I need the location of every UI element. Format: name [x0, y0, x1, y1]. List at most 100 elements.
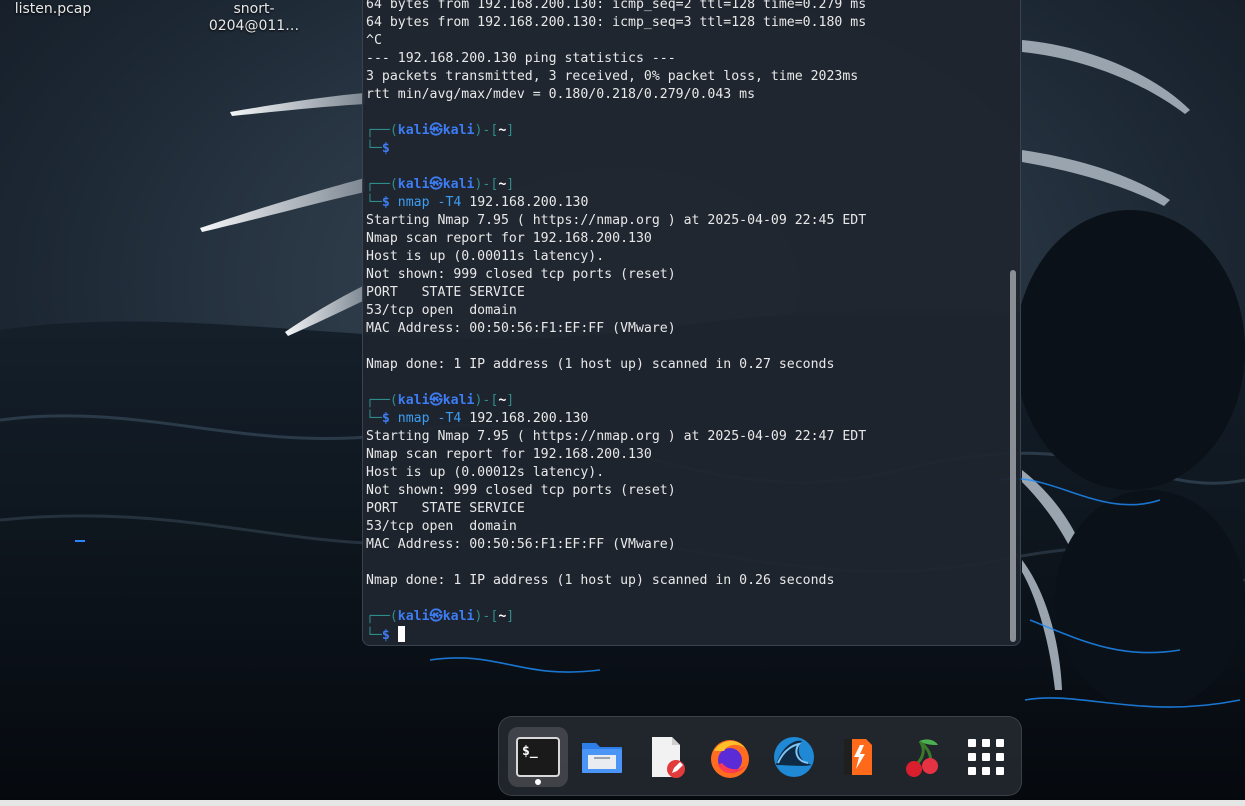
text-editor-icon [652, 737, 685, 778]
output-text: Host is up (0.00012s latency). [366, 465, 605, 480]
prompt-user: kali [397, 123, 430, 138]
prompt-frame-top: ┌──( [366, 393, 398, 408]
command-option: -T4 [437, 411, 462, 426]
terminal-line: rtt min/avg/max/mdev = 0.180/0.218/0.279… [366, 86, 1006, 104]
prompt-at-symbol: ㉿ [429, 123, 443, 138]
prompt-symbol: $ [381, 628, 390, 643]
terminal-line: Not shown: 999 closed tcp ports (reset) [366, 266, 1006, 284]
output-text: PORT STATE SERVICE [366, 285, 525, 300]
output-text: rtt min/avg/max/mdev = 0.180/0.218/0.279… [366, 87, 756, 102]
dock-item-show-applications[interactable] [956, 727, 1016, 787]
prompt-at-symbol: ㉿ [429, 609, 443, 624]
prompt-host: kali [442, 393, 475, 408]
command-argument: 192.168.200.130 [469, 411, 589, 426]
terminal-line: 53/tcp open domain [366, 302, 1006, 320]
terminal-scrollbar[interactable] [1010, 270, 1016, 642]
output-text: PORT STATE SERVICE [366, 501, 525, 516]
terminal-line: Host is up (0.00012s latency). [366, 464, 1006, 482]
prompt-bracket: )-[ [474, 177, 499, 192]
prompt-frame-top: ┌──( [366, 123, 398, 138]
terminal-line: 64 bytes from 192.168.200.130: icmp_seq=… [366, 14, 1006, 32]
terminal-line: ┌──(kali㉿kali)-[~] [366, 608, 1006, 626]
output-text: 64 bytes from 192.168.200.130: icmp_seq=… [366, 0, 867, 12]
prompt-bracket: )-[ [474, 393, 499, 408]
output-text: Nmap scan report for 192.168.200.130 [366, 231, 652, 246]
prompt-bracket-close: ] [506, 609, 515, 624]
prompt-frame-top: ┌──( [366, 177, 398, 192]
terminal-output[interactable]: 64 bytes from 192.168.200.130: icmp_seq=… [366, 0, 1006, 644]
prompt-user: kali [397, 609, 430, 624]
output-text: Starting Nmap 7.95 ( https://nmap.org ) … [366, 429, 867, 444]
prompt-user: kali [397, 393, 430, 408]
desktop-icon-snort-log[interactable]: snort- 0204@011… [200, 1, 308, 35]
terminal-window[interactable]: 64 bytes from 192.168.200.130: icmp_seq=… [362, 0, 1021, 646]
output-text: 3 packets transmitted, 3 received, 0% pa… [366, 69, 859, 84]
prompt-at-symbol: ㉿ [429, 177, 443, 192]
prompt-symbol: $ [381, 141, 390, 156]
prompt-bracket-close: ] [506, 393, 515, 408]
terminal-line: ^C [366, 32, 1006, 50]
text-cursor [397, 626, 405, 642]
dock-item-cherrytree[interactable] [892, 727, 952, 787]
terminal-line: --- 192.168.200.130 ping statistics --- [366, 50, 1006, 68]
output-text: ^C [366, 33, 382, 48]
cherry-icon [906, 739, 938, 777]
output-text: Nmap done: 1 IP address (1 host up) scan… [366, 573, 835, 588]
desktop-icon-label-line1: snort- [233, 1, 275, 17]
burp-suite-icon [844, 739, 872, 775]
terminal-line: Nmap done: 1 IP address (1 host up) scan… [366, 572, 1006, 590]
dock-item-text-editor[interactable] [636, 727, 696, 787]
dock-item-firefox[interactable] [700, 727, 760, 787]
prompt-bracket-close: ] [506, 123, 515, 138]
desktop-icon-listen-pcap[interactable]: listen.pcap [10, 1, 96, 18]
output-text: MAC Address: 00:50:56:F1:EF:FF (VMware) [366, 537, 676, 552]
prompt-user: kali [397, 177, 430, 192]
prompt-frame-bottom: └─ [366, 411, 382, 426]
terminal-line: ┌──(kali㉿kali)-[~] [366, 122, 1006, 140]
running-indicator [535, 779, 541, 785]
terminal-line: Host is up (0.00011s latency). [366, 248, 1006, 266]
prompt-bracket-close: ] [506, 177, 515, 192]
firefox-icon [711, 740, 749, 778]
dock-item-wireshark[interactable] [764, 727, 824, 787]
prompt-host: kali [442, 609, 475, 624]
prompt-host: kali [442, 177, 475, 192]
terminal-line: Nmap done: 1 IP address (1 host up) scan… [366, 356, 1006, 374]
desktop-icon-label-line2: 0204@011… [208, 18, 300, 34]
prompt-frame-bottom: └─ [366, 141, 382, 156]
terminal-line: 64 bytes from 192.168.200.130: icmp_seq=… [366, 0, 1006, 14]
terminal-line: 3 packets transmitted, 3 received, 0% pa… [366, 68, 1006, 86]
desktop-icon-label: listen.pcap [14, 1, 92, 17]
dock-item-burp-suite[interactable] [828, 727, 888, 787]
terminal-line: └─$ nmap -T4 192.168.200.130 [366, 410, 1006, 428]
terminal-line: ┌──(kali㉿kali)-[~] [366, 176, 1006, 194]
terminal-line: MAC Address: 00:50:56:F1:EF:FF (VMware) [366, 320, 1006, 338]
dock-item-terminal[interactable]: $_ [508, 727, 568, 787]
prompt-symbol: $ [381, 411, 390, 426]
terminal-line: └─$ [366, 140, 1006, 158]
output-text: Nmap done: 1 IP address (1 host up) scan… [366, 357, 835, 372]
wireshark-fin-icon [774, 737, 814, 777]
terminal-line: MAC Address: 00:50:56:F1:EF:FF (VMware) [366, 536, 1006, 554]
output-text: 53/tcp open domain [366, 303, 517, 318]
prompt-at-symbol: ㉿ [429, 393, 443, 408]
bottom-panel-edge [0, 800, 1245, 806]
output-text: 64 bytes from 192.168.200.130: icmp_seq=… [366, 15, 867, 30]
prompt-symbol: $ [381, 195, 390, 210]
dock-item-file-manager[interactable] [572, 727, 632, 787]
terminal-line: PORT STATE SERVICE [366, 284, 1006, 302]
command-argument: 192.168.200.130 [469, 195, 589, 210]
terminal-line: 53/tcp open domain [366, 518, 1006, 536]
prompt-frame-top: ┌──( [366, 609, 398, 624]
output-text: Nmap scan report for 192.168.200.130 [366, 447, 652, 462]
prompt-bracket: )-[ [474, 123, 499, 138]
